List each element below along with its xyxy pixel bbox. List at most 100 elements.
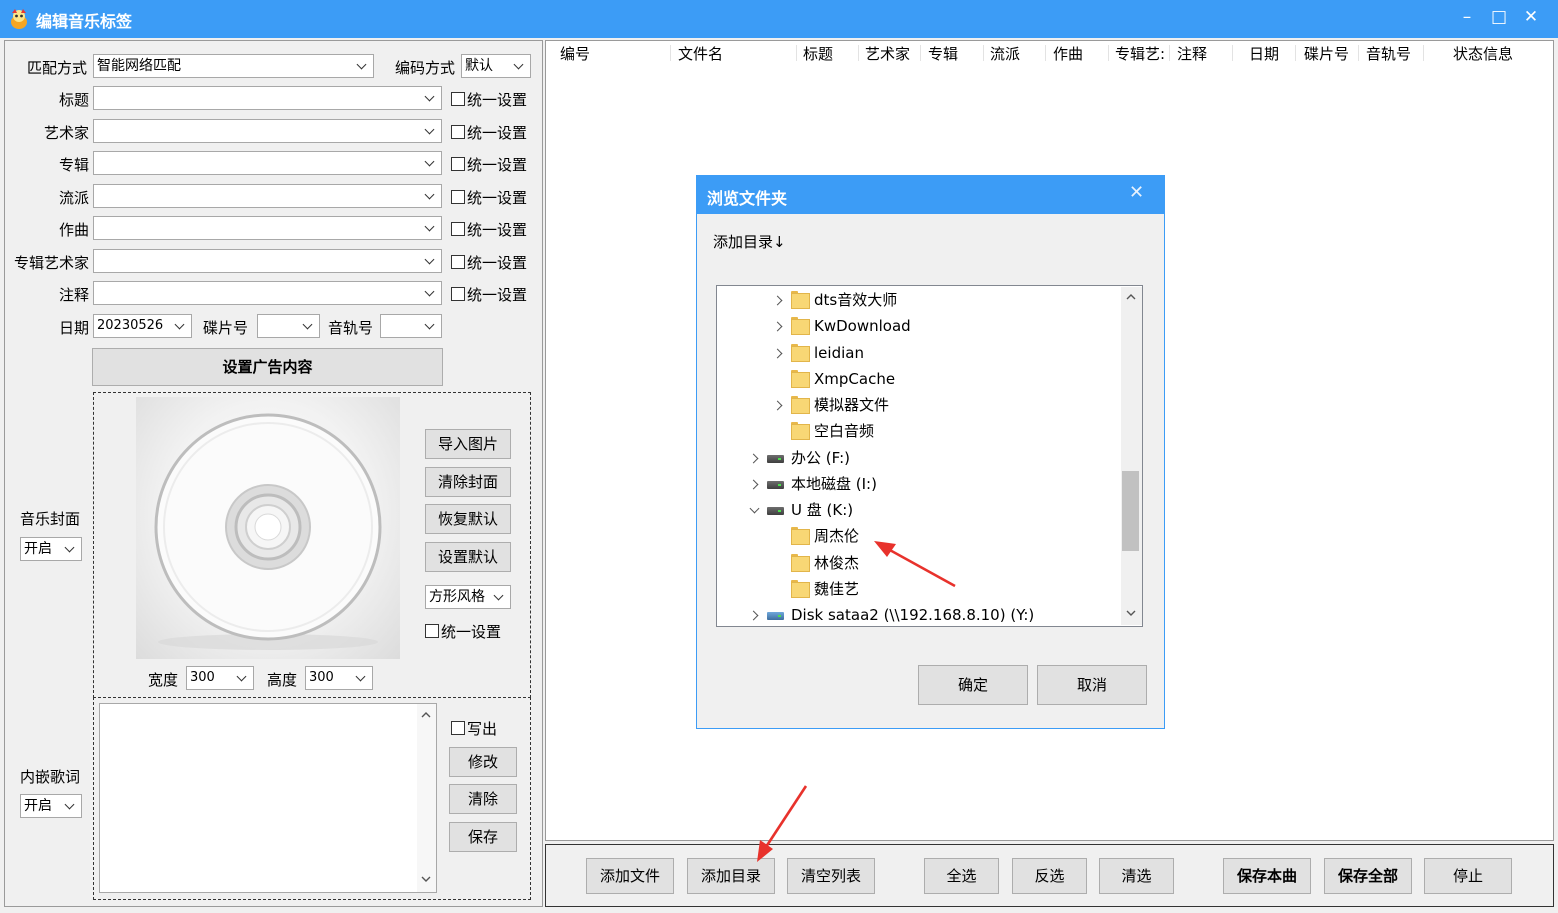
cover-state-select[interactable]: 开启 bbox=[20, 537, 82, 561]
clear-selection-button[interactable]: 清选 bbox=[1099, 858, 1174, 894]
tree-node-jay-chou[interactable]: 周杰伦 bbox=[773, 523, 859, 549]
column-header[interactable]: 编号 bbox=[560, 43, 590, 63]
album-unify-checkbox[interactable]: 统一设置 bbox=[451, 154, 527, 174]
lyrics-state-select[interactable]: 开启 bbox=[20, 794, 82, 818]
expand-arrow-icon[interactable] bbox=[749, 471, 763, 497]
scroll-down-icon[interactable] bbox=[1126, 608, 1136, 618]
set-default-button[interactable]: 设置默认 bbox=[425, 542, 511, 572]
dialog-close-button[interactable]: ✕ bbox=[1129, 182, 1144, 203]
import-image-button[interactable]: 导入图片 bbox=[425, 429, 511, 459]
column-header[interactable]: 注释 bbox=[1177, 43, 1207, 63]
expand-arrow-icon[interactable] bbox=[749, 445, 763, 471]
cover-width-select[interactable]: 300 bbox=[186, 666, 254, 690]
tree-node-drive-i[interactable]: 本地磁盘 (I:) bbox=[749, 471, 877, 497]
title-unify-checkbox[interactable]: 统一设置 bbox=[451, 89, 527, 109]
column-header[interactable]: 文件名 bbox=[678, 43, 723, 63]
clear-list-button[interactable]: 清空列表 bbox=[787, 858, 875, 894]
column-header[interactable]: 流派 bbox=[990, 43, 1020, 63]
lyrics-textarea[interactable] bbox=[99, 703, 437, 893]
checkbox-icon bbox=[425, 624, 439, 638]
tree-scrollbar[interactable] bbox=[1121, 287, 1142, 625]
match-method-select[interactable]: 智能网络匹配 bbox=[93, 54, 374, 78]
column-header[interactable]: 艺术家 bbox=[865, 43, 910, 63]
encoding-select[interactable]: 默认 bbox=[461, 54, 531, 78]
collapse-arrow-icon[interactable] bbox=[749, 497, 763, 523]
checkbox-label: 统一设置 bbox=[467, 156, 528, 174]
album-artist-unify-checkbox[interactable]: 统一设置 bbox=[451, 252, 527, 272]
column-header[interactable]: 音轨号 bbox=[1366, 43, 1411, 63]
expand-arrow-icon[interactable] bbox=[773, 287, 787, 313]
tree-node-network-drive-y[interactable]: Disk sataa2 (\\192.168.8.10) (Y:) bbox=[749, 602, 1034, 628]
expand-arrow-icon[interactable] bbox=[773, 313, 787, 339]
cover-height-select[interactable]: 300 bbox=[305, 666, 373, 690]
tree-node-wei-jiayi[interactable]: 魏佳艺 bbox=[773, 576, 859, 602]
maximize-button[interactable]: □ bbox=[1482, 5, 1516, 29]
folder-tree[interactable]: dts音效大师 KwDownload leidian XmpCache 模拟器文… bbox=[716, 285, 1143, 627]
genre-field[interactable] bbox=[93, 184, 442, 208]
genre-unify-checkbox[interactable]: 统一设置 bbox=[451, 187, 527, 207]
tree-scroll-thumb[interactable] bbox=[1122, 471, 1139, 551]
close-button[interactable]: ✕ bbox=[1514, 5, 1548, 29]
add-folder-button[interactable]: 添加目录 bbox=[687, 858, 775, 894]
clear-lyrics-button[interactable]: 清除 bbox=[449, 784, 517, 814]
composer-unify-checkbox[interactable]: 统一设置 bbox=[451, 219, 527, 239]
track-number-select[interactable] bbox=[380, 314, 442, 338]
ok-button[interactable]: 确定 bbox=[918, 665, 1028, 705]
disc-number-select[interactable] bbox=[257, 314, 320, 338]
title-field[interactable] bbox=[93, 86, 442, 110]
add-file-button[interactable]: 添加文件 bbox=[586, 858, 674, 894]
cover-style-select[interactable]: 方形风格 bbox=[425, 585, 511, 609]
column-header[interactable]: 状态信息 bbox=[1453, 43, 1513, 63]
tree-node-emulator[interactable]: 模拟器文件 bbox=[773, 392, 889, 418]
tree-node-dts[interactable]: dts音效大师 bbox=[773, 287, 897, 313]
tree-node-drive-f[interactable]: 办公 (F:) bbox=[749, 445, 850, 471]
tree-node-kwdownload[interactable]: KwDownload bbox=[773, 313, 911, 339]
scroll-up-icon[interactable] bbox=[1126, 292, 1136, 302]
lyrics-scrollbar[interactable] bbox=[417, 704, 436, 892]
stop-button[interactable]: 停止 bbox=[1424, 858, 1512, 894]
clear-cover-button[interactable]: 清除封面 bbox=[425, 467, 511, 497]
select-all-button[interactable]: 全选 bbox=[924, 858, 999, 894]
dialog-title: 浏览文件夹 bbox=[707, 189, 788, 208]
tree-node-blank-audio[interactable]: 空白音频 bbox=[773, 418, 874, 444]
composer-field[interactable] bbox=[93, 216, 442, 240]
tree-node-jj-lin[interactable]: 林俊杰 bbox=[773, 550, 859, 576]
column-header[interactable]: 碟片号 bbox=[1304, 43, 1349, 63]
date-picker[interactable]: 20230526 bbox=[93, 314, 192, 338]
folder-icon bbox=[791, 527, 810, 545]
column-header[interactable]: 标题 bbox=[803, 43, 833, 63]
album-artist-field[interactable] bbox=[93, 249, 442, 273]
checkbox-icon bbox=[451, 92, 465, 106]
write-out-checkbox[interactable]: 写出 bbox=[451, 718, 497, 738]
tree-node-leidian[interactable]: leidian bbox=[773, 340, 864, 366]
comment-unify-checkbox[interactable]: 统一设置 bbox=[451, 284, 527, 304]
tree-node-label: leidian bbox=[814, 344, 864, 362]
scroll-up-icon bbox=[421, 712, 431, 718]
column-header[interactable]: 日期 bbox=[1249, 43, 1279, 63]
artist-field[interactable] bbox=[93, 119, 442, 143]
cover-unify-checkbox[interactable]: 统一设置 bbox=[425, 621, 501, 641]
invert-selection-button[interactable]: 反选 bbox=[1012, 858, 1087, 894]
checkbox-label: 统一设置 bbox=[441, 623, 502, 641]
expand-arrow-icon[interactable] bbox=[749, 602, 763, 628]
restore-default-button[interactable]: 恢复默认 bbox=[425, 504, 511, 534]
set-ad-content-button[interactable]: 设置广告内容 bbox=[92, 348, 443, 386]
tree-node-xmpcache[interactable]: XmpCache bbox=[773, 366, 895, 392]
expand-arrow-icon[interactable] bbox=[773, 340, 787, 366]
modify-lyrics-button[interactable]: 修改 bbox=[449, 747, 517, 777]
column-header[interactable]: 作曲 bbox=[1053, 43, 1083, 63]
save-current-button[interactable]: 保存本曲 bbox=[1223, 858, 1311, 894]
comment-field[interactable] bbox=[93, 281, 442, 305]
column-header[interactable]: 专辑 bbox=[928, 43, 958, 63]
artist-unify-checkbox[interactable]: 统一设置 bbox=[451, 122, 527, 142]
column-header[interactable]: 专辑艺: bbox=[1115, 43, 1166, 63]
album-field[interactable] bbox=[93, 151, 442, 175]
save-lyrics-button[interactable]: 保存 bbox=[449, 822, 517, 852]
expand-arrow-icon[interactable] bbox=[773, 392, 787, 418]
minimize-button[interactable]: – bbox=[1450, 5, 1484, 29]
cancel-button[interactable]: 取消 bbox=[1037, 665, 1147, 705]
column-separator bbox=[920, 45, 921, 61]
save-all-button[interactable]: 保存全部 bbox=[1324, 858, 1412, 894]
cover-label: 音乐封面 bbox=[20, 510, 81, 528]
tree-node-drive-k[interactable]: U 盘 (K:) bbox=[749, 497, 853, 523]
